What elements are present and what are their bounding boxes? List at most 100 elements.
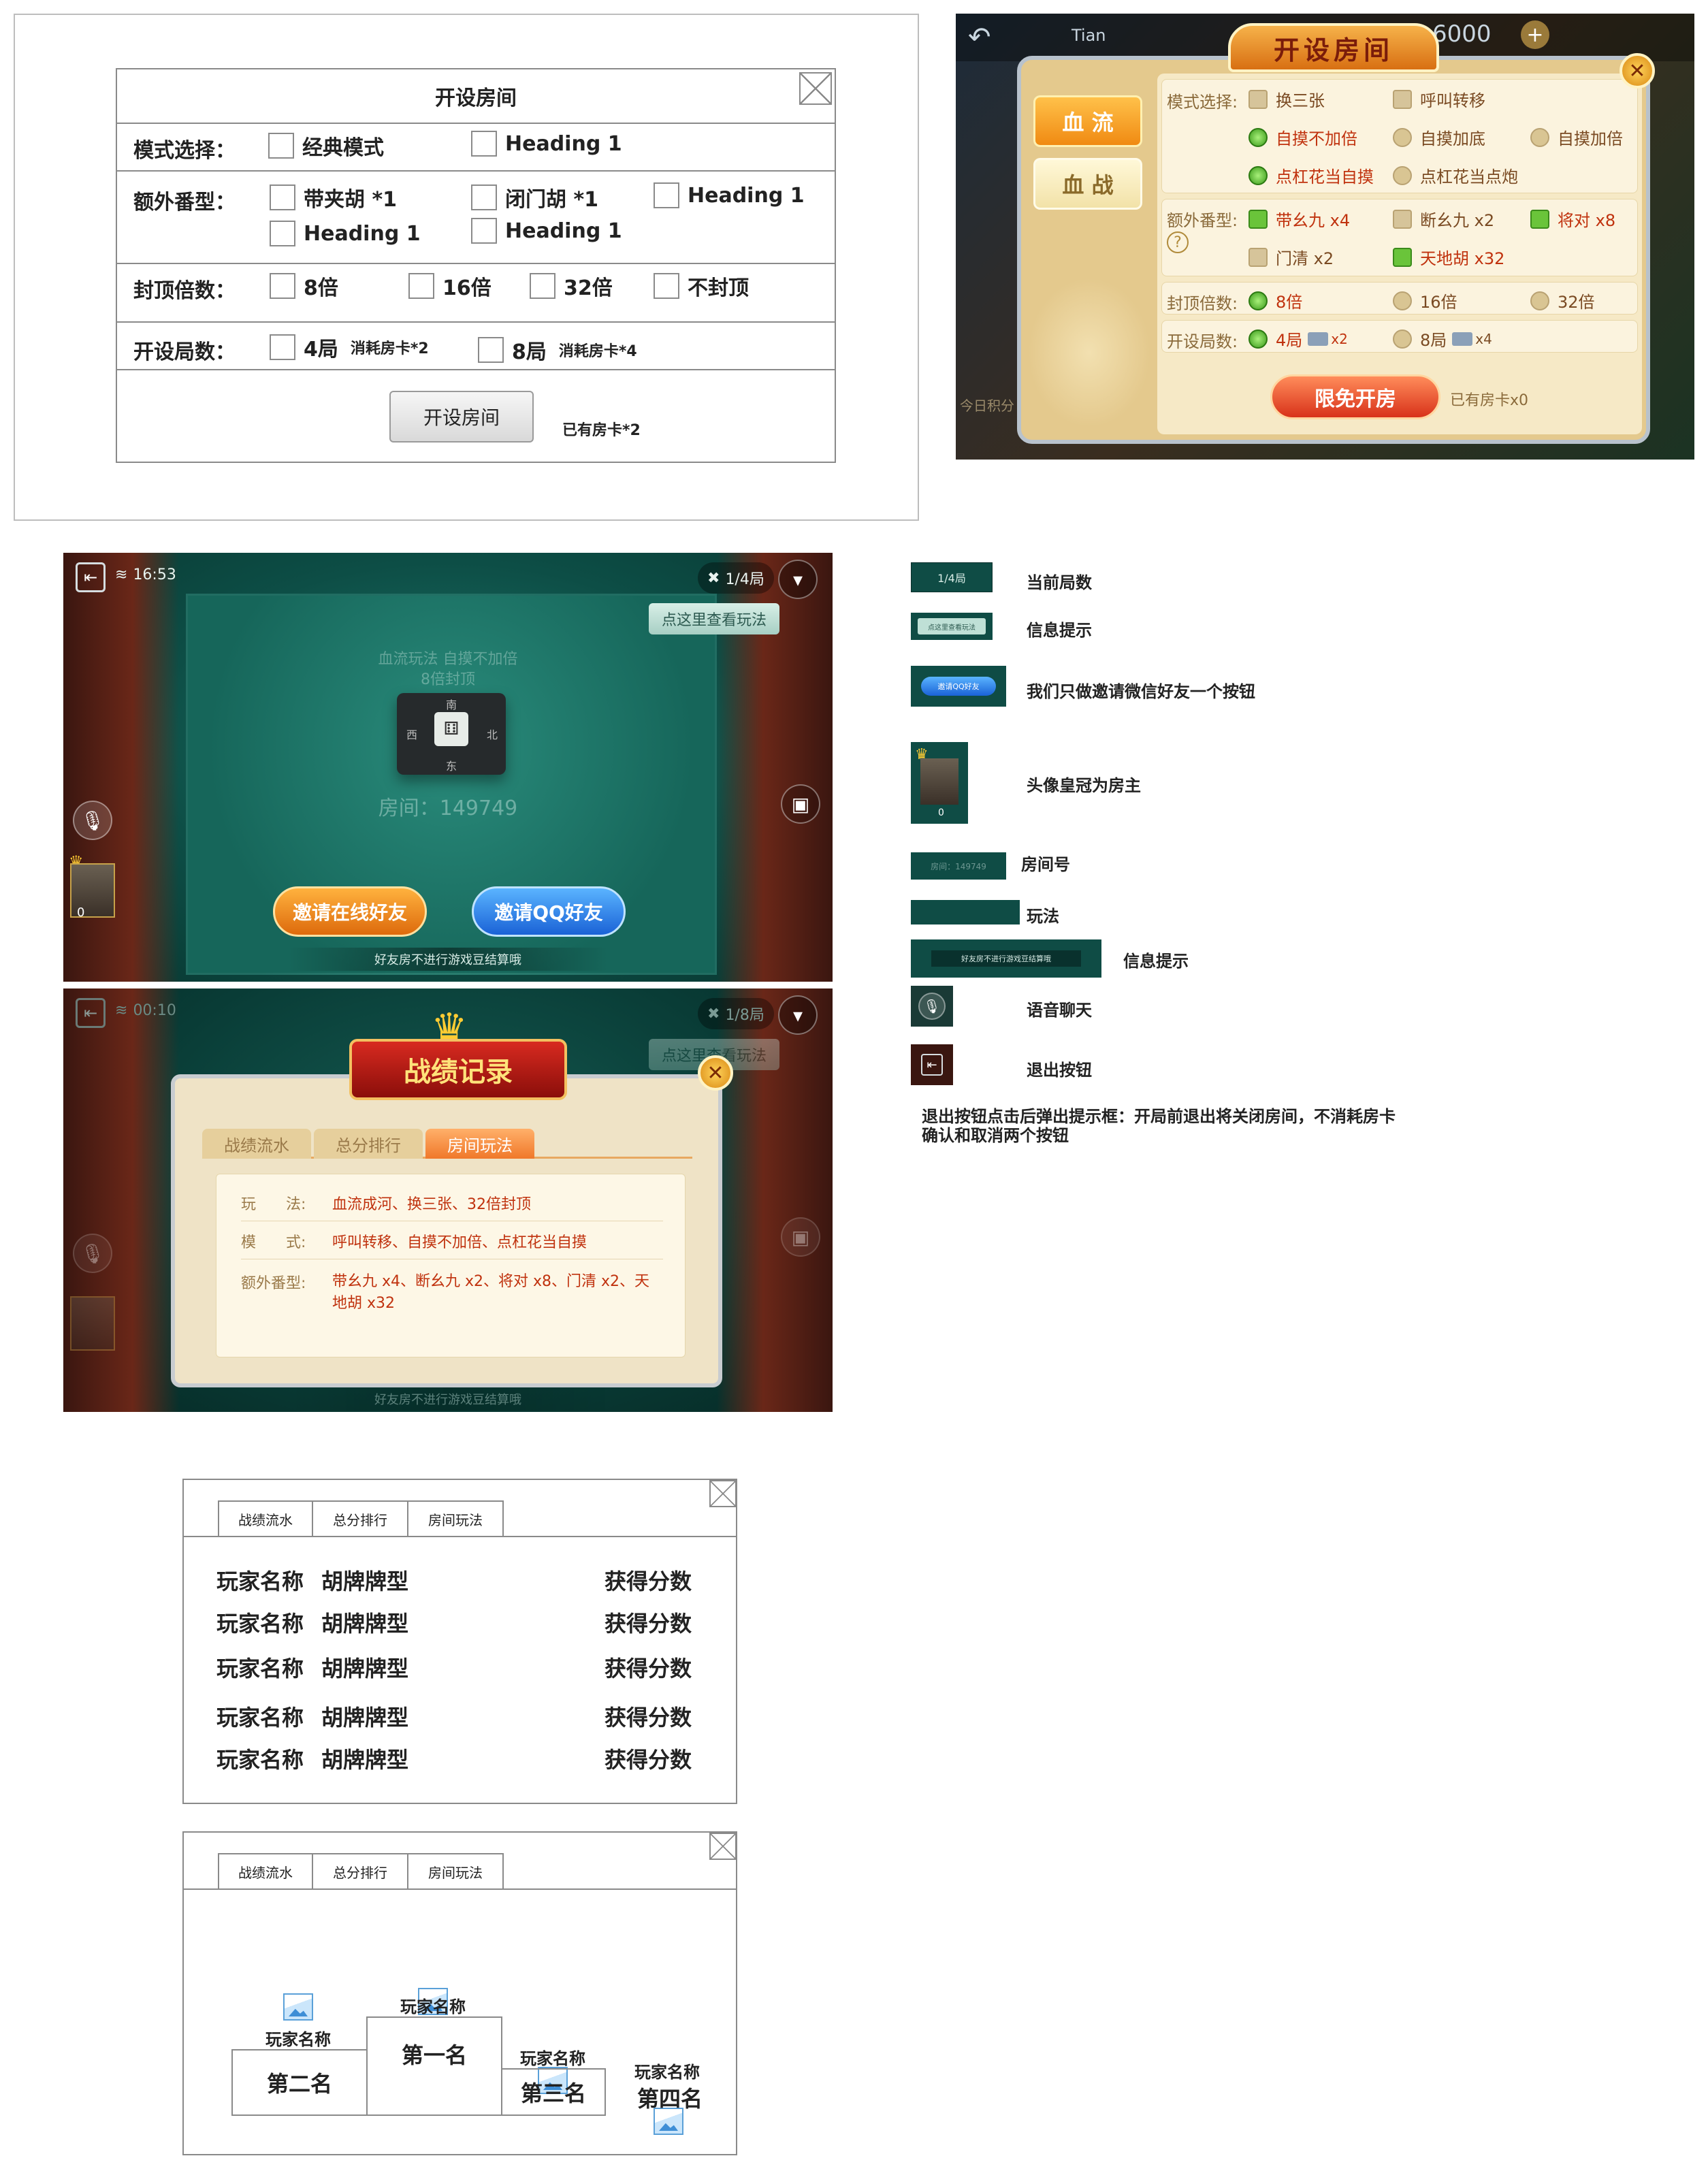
create-room-button[interactable]: 限免开房 — [1270, 374, 1440, 419]
round-indicator[interactable]: ✖ 1/8局 — [698, 998, 774, 1029]
avatar[interactable] — [70, 1296, 115, 1351]
checkbox[interactable] — [471, 184, 497, 210]
option-huansanzhang[interactable]: 换三张 — [1248, 87, 1325, 111]
help-icon[interactable]: ? — [1167, 231, 1189, 253]
radio[interactable] — [1393, 127, 1412, 147]
create-room-button[interactable]: 开设房间 — [389, 391, 534, 443]
dropdown-icon[interactable]: ▾ — [778, 995, 818, 1035]
option-zimobujiabei[interactable]: 自摸不加倍 — [1248, 125, 1357, 149]
tab-room-rules[interactable]: 房间玩法 — [408, 1853, 504, 1888]
rules-hint[interactable]: 点这里查看玩法 — [649, 603, 779, 634]
close-icon[interactable] — [709, 1833, 737, 1860]
checkbox[interactable] — [408, 273, 434, 299]
tab-ranking[interactable]: 总分排行 — [313, 1853, 408, 1888]
option-tiandihu[interactable]: 天地胡 x32 — [1393, 245, 1504, 269]
cap-option-16[interactable]: 16倍 — [1393, 289, 1457, 312]
avatar — [920, 758, 958, 805]
radio-selected[interactable] — [1248, 329, 1268, 349]
option-menqing[interactable]: 门清 x2 — [1248, 245, 1334, 269]
cap-option-none[interactable]: 不封顶 — [654, 271, 749, 301]
rounds-option-8[interactable]: 8局 消耗房卡*4 — [478, 335, 637, 365]
checkbox[interactable] — [1393, 209, 1412, 229]
checkbox[interactable] — [1393, 89, 1412, 109]
cap-option-8[interactable]: 8倍 — [270, 271, 338, 301]
voice-chat-icon[interactable]: 🎙 — [73, 801, 112, 840]
cap-option-16[interactable]: 16倍 — [408, 271, 492, 301]
mode-option-2[interactable]: Heading 1 — [471, 131, 622, 157]
radio[interactable] — [1393, 329, 1412, 349]
cap-option-32[interactable]: 32倍 — [1530, 289, 1595, 312]
rounds-option-4[interactable]: 4局 x2 — [1248, 327, 1348, 351]
extra-option-2[interactable]: 闭门胡 *1 — [471, 182, 598, 212]
dropdown-icon[interactable]: ▾ — [778, 560, 818, 599]
checkbox[interactable] — [478, 337, 504, 363]
checkbox-checked[interactable] — [1248, 209, 1268, 229]
option-hujiaozhuanyi[interactable]: 呼叫转移 — [1393, 87, 1485, 111]
checkbox[interactable] — [471, 218, 497, 244]
invite-online-button[interactable]: 邀请在线好友 — [273, 886, 427, 937]
checkbox[interactable] — [270, 273, 295, 299]
checkbox[interactable] — [270, 334, 295, 360]
checkbox[interactable] — [471, 131, 497, 157]
hand-type: 胡牌牌型 — [321, 1611, 409, 1637]
tab-ranking[interactable]: 总分排行 — [314, 1129, 423, 1159]
room-card-icon — [1452, 332, 1473, 346]
checkbox[interactable] — [1248, 247, 1268, 267]
radio[interactable] — [1393, 291, 1412, 310]
extra-option-1[interactable]: 带夹胡 *1 — [270, 182, 397, 212]
radio[interactable] — [1530, 291, 1549, 310]
close-icon[interactable] — [709, 1480, 737, 1507]
tab-room-rules[interactable]: 房间玩法 — [425, 1129, 534, 1159]
tab-xuezhan[interactable]: 血 战 — [1033, 158, 1142, 210]
record-icon[interactable]: ▣ — [781, 1217, 820, 1257]
create-room-panel: 开设房间 模式选择： 经典模式 Heading 1 额外番型： 带夹胡 *1 闭… — [116, 68, 836, 463]
checkbox[interactable] — [270, 184, 295, 210]
option-dianganghua-zimo[interactable]: 点杠花当自摸 — [1248, 163, 1374, 187]
extra-option-3[interactable]: Heading 1 — [654, 182, 805, 208]
extra-option-5[interactable]: Heading 1 — [471, 218, 622, 244]
rounds-option-4[interactable]: 4局 消耗房卡*2 — [270, 332, 429, 362]
option-zimojiabei[interactable]: 自摸加倍 — [1530, 125, 1623, 149]
tab-xueliu[interactable]: 血 流 — [1033, 95, 1142, 147]
tab-ranking[interactable]: 总分排行 — [313, 1500, 408, 1536]
tab-records[interactable]: 战绩流水 — [218, 1853, 313, 1888]
radio-selected[interactable] — [1248, 165, 1268, 185]
checkbox[interactable] — [654, 182, 679, 208]
tab-records[interactable]: 战绩流水 — [202, 1129, 311, 1159]
checkbox[interactable] — [268, 133, 294, 159]
option-daiyaojiu[interactable]: 带幺九 x4 — [1248, 207, 1350, 231]
exit-icon[interactable]: ⇤ — [76, 562, 106, 592]
rounds-option-8[interactable]: 8局 x4 — [1393, 327, 1492, 351]
option-duanyaojiu[interactable]: 断幺九 x2 — [1393, 207, 1494, 231]
option-zimojiadi[interactable]: 自摸加底 — [1393, 125, 1485, 149]
checkbox[interactable] — [1248, 89, 1268, 109]
extra-option-4[interactable]: Heading 1 — [270, 221, 421, 246]
tab-records[interactable]: 战绩流水 — [218, 1500, 313, 1536]
tab-room-rules[interactable]: 房间玩法 — [408, 1500, 504, 1536]
radio[interactable] — [1393, 165, 1412, 185]
mode-option-classic[interactable]: 经典模式 — [268, 131, 384, 161]
record-icon[interactable]: ▣ — [781, 784, 820, 824]
checkbox[interactable] — [270, 221, 295, 246]
radio-selected[interactable] — [1248, 291, 1268, 310]
back-icon[interactable]: ↶ — [968, 22, 991, 53]
exit-icon[interactable]: ⇤ — [76, 998, 106, 1028]
dialog-title: 开设房间 — [1228, 23, 1439, 72]
cap-option-32[interactable]: 32倍 — [530, 271, 613, 301]
checkbox[interactable] — [654, 273, 679, 299]
close-icon[interactable]: ✕ — [698, 1055, 733, 1091]
add-coins-icon[interactable]: + — [1521, 20, 1549, 49]
cap-option-8[interactable]: 8倍 — [1248, 289, 1302, 312]
checkbox-checked[interactable] — [1530, 209, 1549, 229]
invite-qq-button[interactable]: 邀请QQ好友 — [472, 886, 626, 937]
voice-chat-icon[interactable]: 🎙 — [73, 1234, 112, 1273]
checkbox-checked[interactable] — [1393, 247, 1412, 267]
radio[interactable] — [1530, 127, 1549, 147]
option-jiangdui[interactable]: 将对 x8 — [1530, 207, 1615, 231]
close-icon[interactable] — [799, 72, 832, 105]
close-icon[interactable]: ✕ — [1620, 53, 1655, 89]
checkbox[interactable] — [530, 273, 555, 299]
round-indicator[interactable]: ✖ 1/4局 — [698, 562, 774, 594]
radio-selected[interactable] — [1248, 127, 1268, 147]
option-dianganghua-dianpao[interactable]: 点杠花当点炮 — [1393, 163, 1518, 187]
